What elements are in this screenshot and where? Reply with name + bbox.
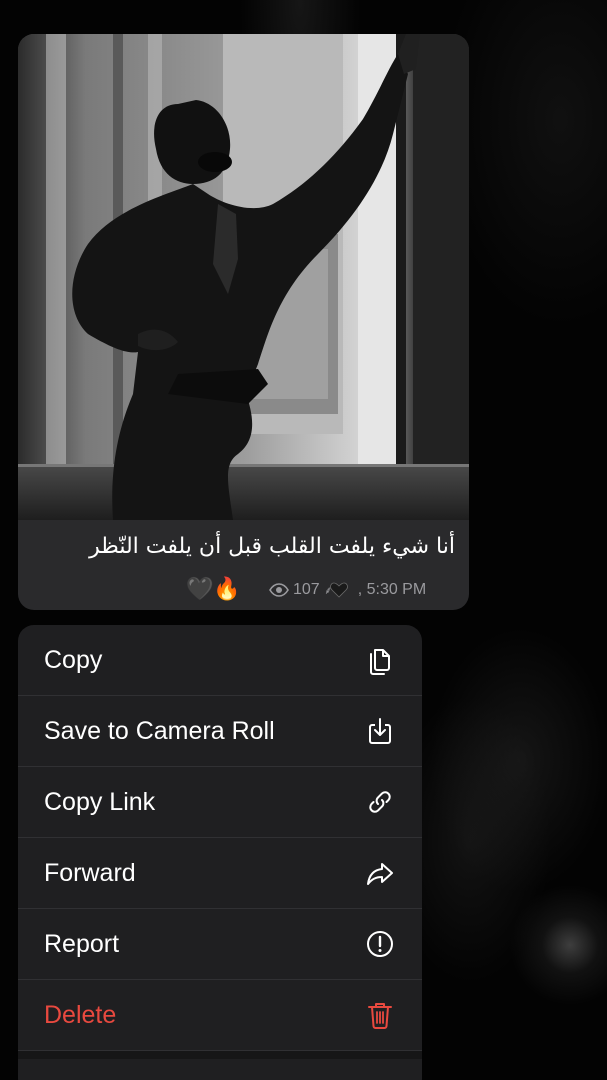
delete-label: Delete [44,1000,117,1029]
copy-link-label: Copy Link [44,787,156,816]
forward-label: Forward [44,858,136,887]
report-menu-item[interactable]: Report [18,909,422,980]
black-heart-reaction[interactable]: 🖤 [186,577,213,602]
report-label: Report [44,929,120,958]
message-caption: أنا شيء يلفت القلب قبل أن يلفت النّظر [89,534,455,559]
photo-illustration [18,34,469,520]
delete-menu-item[interactable]: Delete [18,980,422,1051]
link-icon [364,786,396,818]
message-time: , 5:30 PM [357,581,427,598]
fire-reaction[interactable]: 🔥 [213,577,240,602]
message-reactions[interactable]: 🖤🔥 [186,577,241,603]
copy-link-menu-item[interactable]: Copy Link [18,767,422,838]
save-icon [364,715,396,747]
report-icon [364,928,396,960]
eye-icon [269,583,289,597]
forward-icon [364,857,396,889]
context-menu: Copy Save to Camera Roll Copy Link Forwa… [18,625,422,1080]
signature-heart-icon: ⸙ [324,582,348,598]
message-meta: 107 ⸙ , 5:30 PM [269,580,426,600]
message-photo[interactable] [18,34,469,520]
save-to-camera-roll-menu-item[interactable]: Save to Camera Roll [18,696,422,767]
save-to-camera-roll-label: Save to Camera Roll [44,716,275,745]
copy-label: Copy [44,645,103,674]
message-bubble[interactable]: أنا شيء يلفت القلب قبل أن يلفت النّظر 🖤🔥… [18,34,469,610]
forward-menu-item[interactable]: Forward [18,838,422,909]
trash-icon [364,999,396,1031]
menu-section-gap [18,1051,422,1059]
copy-menu-item[interactable]: Copy [18,625,422,696]
view-count: 107 [293,581,320,598]
message-meta-row: 🖤🔥 107 ⸙ , 5:30 PM [18,574,469,608]
copy-icon [364,644,396,676]
